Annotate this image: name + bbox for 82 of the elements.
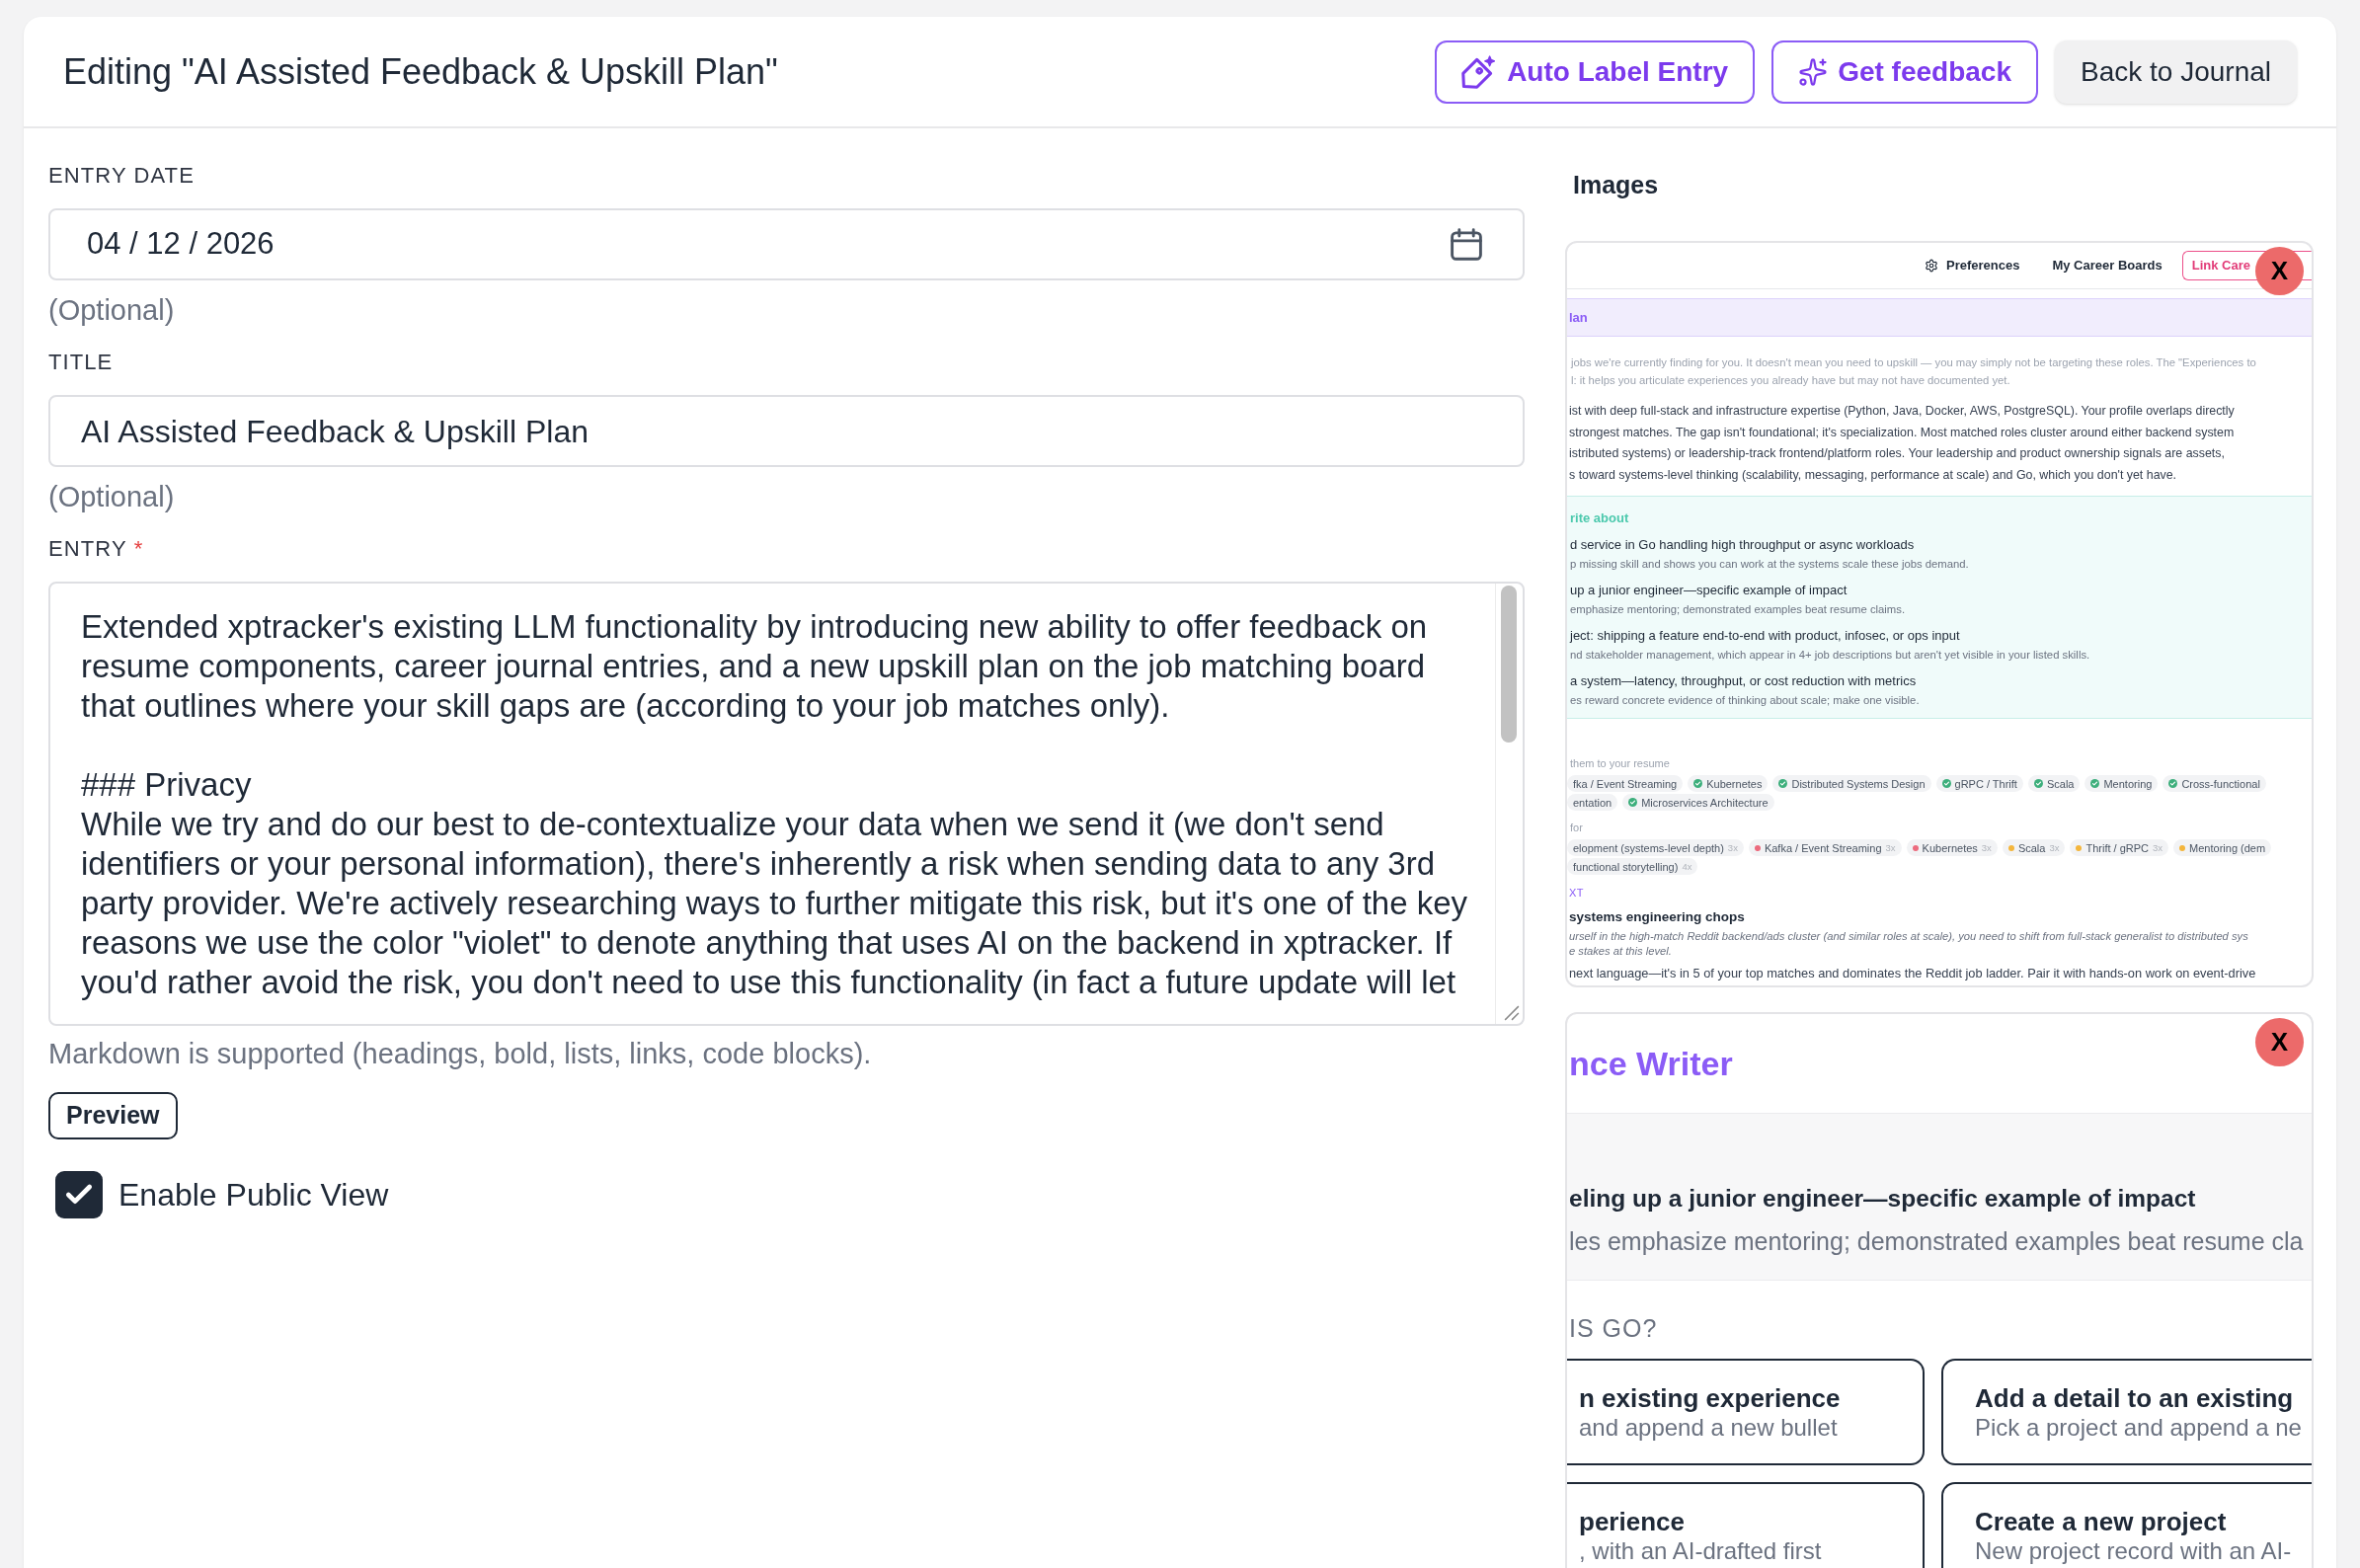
preview-button[interactable]: Preview [48,1092,178,1139]
back-button[interactable]: Back to Journal [2055,39,2297,104]
tag-label: Mentoring (dem [2189,840,2266,855]
tag-label: Distributed Systems Design [1791,776,1926,791]
next-step-title: systems engineering chops [1568,908,1746,926]
check-circle-icon [1778,779,1788,788]
tag-label: Scala [2017,840,2046,855]
auto-label-button[interactable]: Auto Label Entry [1435,39,1756,104]
tag-label: Scala [2046,776,2075,791]
remove-image-button[interactable]: X [2255,247,2304,295]
tag-label: Microservices Architecture [1641,795,1769,810]
suggestion-title: a system—latency, throughput, or cost reduction with metrics [1570,672,1918,690]
option-card[interactable]: perience , with an AI-drafted first [1567,1482,1925,1568]
tag-label: elopment (systems-level depth) [1573,840,1724,855]
checkbox-label: Enable Public View [118,1176,389,1215]
next-step-text: next language—it's in 5 of your top matches and dominates the Reddit job ladder. Pair it with hands-on work on event-drive [1568,965,2257,982]
section-heading: rite about [1570,510,1630,527]
entry-textarea[interactable]: Extended xptracker's existing LLM functionality by introducing new ability to offer feedback on resume components, career journal entries, and a new upskill plan on the job matching board that outlines where your skill gaps are (according to your job matches only). ### Privacy While we try and do our best to de-contextualize your data when we send it (we don't send identifiers or your personal information), there's inherently a risk when sending data to any 3rd party provider. We're actively researching ways to further mitigate this risk, but it's one of the key reasons we use the color "violet" to denote anything that uses AI on the backend in xptracker. If you'd rather avoid the risk, you don't need to use this functionality (in fact a future update will let [48,582,1525,1026]
group-heading: for [1569,821,1584,835]
suggestion-description: es reward concrete evidence of thinking about scale; make one visible. [1570,693,1921,708]
field-hint: (Optional) [48,295,176,325]
question-label: IS GO? [1568,1313,1659,1343]
field-label: ENTRY DATE [48,164,195,188]
feedback-button[interactable]: Get feedback [1771,39,2038,104]
tag-count: 3x [1885,840,1896,855]
scrollbar-thumb[interactable] [1501,586,1517,743]
tag-sparkle-icon [1461,54,1496,89]
tag-count: 3x [1727,840,1738,855]
nav-link[interactable]: Preferences [1925,256,2020,275]
section-title: Images [1572,170,1660,199]
tag-label: gRPC / Thrift [1954,776,2017,791]
option-card[interactable]: Create a new project New project record with an AI- [1941,1482,2312,1568]
suggestion-description: les emphasize mentoring; demonstrated examples beat resume cla [1569,1226,2305,1257]
option-card[interactable]: n existing experience and append a new bullet [1567,1359,1925,1465]
field-hint: (Optional) [48,482,176,511]
calendar-icon [1451,228,1482,261]
section-banner: lan [1567,298,2312,337]
check-circle-icon [1941,779,1951,788]
suggestion-title: eling up a junior engineer—specific example of impact [1569,1184,2197,1214]
suggestion-title: ject: shipping a feature end-to-end with product, infosec, or ops input [1570,627,1961,645]
settings-icon [1925,259,1938,273]
group-heading: them to your resume [1569,756,1671,771]
suggestion-description: p missing skill and shows you can work at the systems scale these jobs demand. [1570,557,1970,572]
date-input[interactable]: 04 / 12 / 2026 [48,208,1525,280]
page-title: Editing "AI Assisted Feedback & Upskill Plan" [63,49,778,94]
suggestion-title: d service in Go handling high throughput or async workloads [1570,536,1916,554]
suggestion-description: emphasize mentoring; demonstrated examples beat resume claims. [1570,602,1907,617]
required-mark: * [133,537,143,561]
field-label: TITLE [48,351,114,374]
tag-label: fka / Event Streaming [1573,776,1678,791]
tag-label: functional storytelling) [1573,859,1679,874]
check-circle-icon [2090,779,2100,788]
intro-text: jobs we're currently finding for you. It doesn't mean you need to upskill — you may simply not be targeting these roles. The "Experiences to l: it helps you articulate experiences you already have but may not have documented yet. [1569,355,2257,388]
tag-label: entation [1573,795,1613,810]
tag-label: Kafka / Event Streaming [1764,840,1882,855]
check-circle-icon [1693,779,1703,788]
tag-count: 3x [2153,840,2163,855]
tag-count: 3x [2049,840,2060,855]
note-text: urself in the high-match Reddit backend/ads cluster (and similar roles at scale), you need to shift from full-stack generalist to distributed sys e stakes at this level. [1568,929,2249,958]
resize-handle-icon [1504,1005,1520,1021]
check-circle-icon [1628,798,1638,807]
panel-title: nce Writer [1569,1043,1733,1084]
tag-label: Thrift / gRPC [2085,840,2150,855]
tag-count: 3x [1981,840,1992,855]
section-heading: XT [1568,886,1585,901]
checkbox[interactable] [55,1171,103,1218]
tag-label: Mentoring [2103,776,2153,791]
nav-link[interactable]: My Career Boards [2052,256,2163,275]
check-circle-icon [2033,779,2043,788]
remove-image-button[interactable]: X [2255,1018,2304,1066]
option-card[interactable]: Add a detail to an existing Pick a project and append a ne [1941,1359,2312,1465]
field-label: ENTRY [48,537,127,561]
field-hint: Markdown is supported (headings, bold, lists, links, code blocks). [48,1039,873,1068]
suggestion-title: up a junior engineer—specific example of impact [1570,582,1849,599]
title-input[interactable]: AI Assisted Feedback & Upskill Plan [48,395,1525,467]
tag-label: Cross-functional [2181,776,2260,791]
tag-label: Kubernetes [1706,776,1763,791]
suggestion-description: nd stakeholder management, which appear in 4+ job descriptions but aren't yet visible in your listed skills. [1570,648,2091,663]
sparkles-icon [1798,56,1829,87]
summary-text: ist with deep full-stack and infrastructure expertise (Python, Java, Docker, AWS, PostgreSQL). Your profile overlaps directly strongest matches. The gap isn't foundational; it's specialization. Most matched roles cluster around either backend system istributed systems) or leadership-track frontend/platform roles. Your leadership and product ownership signals are assets, s toward systems-level thinking (scalability, messaging, performance at scale) and Go, which you don't yet have. [1568,403,2236,484]
check-circle-icon [2168,779,2178,788]
tag-label: Kubernetes [1922,840,1978,855]
